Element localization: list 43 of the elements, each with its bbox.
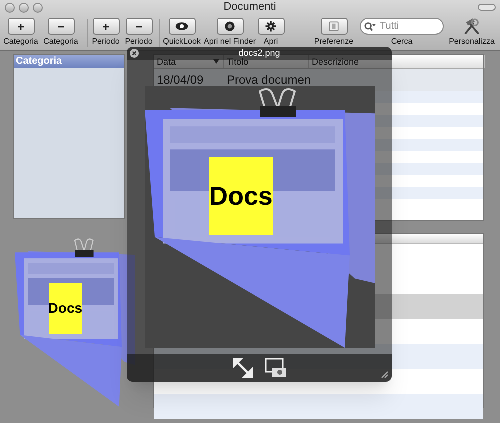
- toolbar-button[interactable]: +: [8, 18, 34, 35]
- toolbar-label: Periodo: [92, 37, 120, 47]
- toolbar-label: QuickLook: [163, 37, 201, 47]
- toolbar-label: Categoria: [4, 37, 38, 47]
- window-title: Documenti: [224, 0, 276, 15]
- search-icon: [364, 22, 376, 32]
- toolbar-label: Preferenze: [314, 37, 354, 47]
- column-header[interactable]: Descrizione: [309, 55, 485, 68]
- tools-icon: [462, 18, 482, 35]
- switch-icon: [327, 21, 341, 32]
- toolbar-button[interactable]: [258, 18, 284, 35]
- toolbar-label: Apri: [264, 37, 278, 47]
- close-icon: [132, 51, 137, 56]
- toolbar-label: Personalizza: [449, 37, 495, 47]
- toolbar-label: Apri nel Finder: [204, 37, 256, 47]
- toolbar-button[interactable]: −: [48, 18, 74, 35]
- resize-grip-icon: [381, 371, 389, 379]
- sticky-note-label: Docs: [48, 282, 82, 334]
- toolbar-button[interactable]: +: [92, 18, 120, 35]
- toolbar-label: Cerca: [391, 37, 413, 47]
- eye-icon: [175, 21, 189, 32]
- target-icon: [223, 21, 237, 32]
- column-label: Data: [157, 56, 176, 68]
- toolbar-label: Categoria: [44, 37, 78, 47]
- column-label: Descrizione: [312, 56, 360, 68]
- toolbar-toggle-button[interactable]: [478, 4, 496, 11]
- close-button[interactable]: [130, 49, 139, 58]
- toolbar-button[interactable]: [216, 18, 244, 35]
- toolbar-button[interactable]: [168, 18, 196, 35]
- column-header[interactable]: Data: [154, 55, 224, 68]
- sticky-note-label: Docs: [208, 156, 274, 236]
- gear-icon: [264, 21, 278, 32]
- fullscreen-button[interactable]: [232, 358, 252, 378]
- table-cell-text: Prova documen: [226, 72, 309, 89]
- photo-icon: [264, 358, 286, 378]
- sidebar-header: Categoria: [14, 55, 124, 68]
- photo-button[interactable]: [264, 358, 286, 378]
- toolbar-label: Periodo: [125, 37, 153, 47]
- table-cell-text: 18/04/09: [156, 72, 205, 89]
- expand-arrows-icon: [232, 358, 252, 378]
- search-field[interactable]: Tutti: [360, 18, 444, 35]
- column-label: Titolo: [227, 56, 249, 68]
- toolbar-button[interactable]: −: [126, 18, 152, 35]
